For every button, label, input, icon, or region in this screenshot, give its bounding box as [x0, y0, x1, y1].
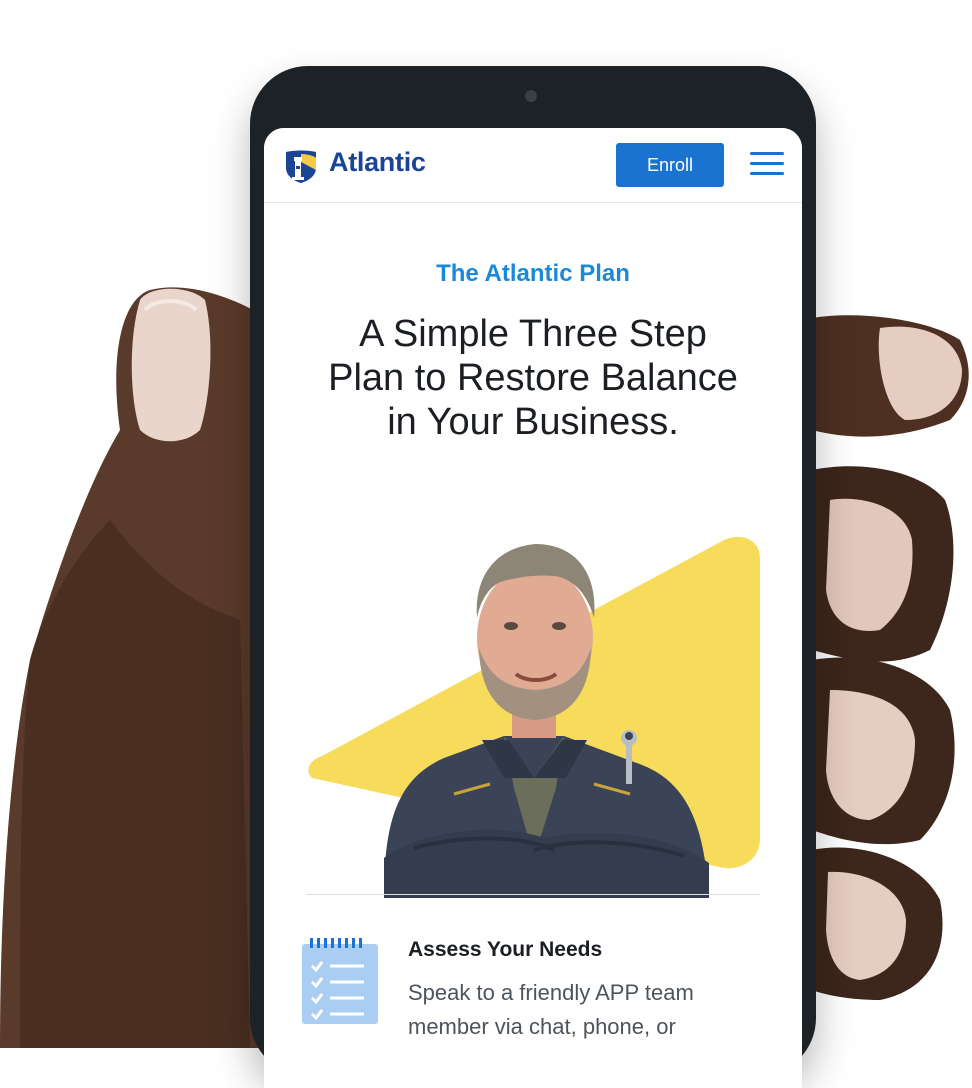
section-divider [306, 894, 760, 895]
site-header: Atlantic Enroll [264, 128, 802, 203]
hamburger-menu-icon[interactable] [750, 152, 784, 176]
step-title: Assess Your Needs [408, 938, 603, 961]
lighthouse-shield-icon[interactable] [284, 148, 318, 184]
headline-line: in Your Business. [387, 401, 679, 443]
step-description-line: Speak to a friendly APP team [408, 980, 694, 1005]
camera-dot [525, 90, 537, 102]
headline-line: Plan to Restore Balance [328, 357, 738, 399]
hero-illustration [308, 536, 760, 898]
brand-name[interactable]: Atlantic [329, 147, 426, 178]
step-description: Speak to a friendly APP team member via … [408, 976, 768, 1044]
enroll-button[interactable]: Enroll [616, 143, 724, 187]
checklist-notepad-icon [302, 938, 378, 1024]
step-description-line: member via chat, phone, or [408, 1014, 676, 1039]
page-headline: A Simple Three Step Plan to Restore Bala… [294, 312, 772, 444]
phone-device: Atlantic Enroll The Atlantic Plan A Simp… [250, 66, 816, 1088]
section-eyebrow: The Atlantic Plan [436, 260, 630, 287]
phone-screen: Atlantic Enroll The Atlantic Plan A Simp… [264, 128, 802, 1088]
headline-line: A Simple Three Step [359, 313, 707, 355]
